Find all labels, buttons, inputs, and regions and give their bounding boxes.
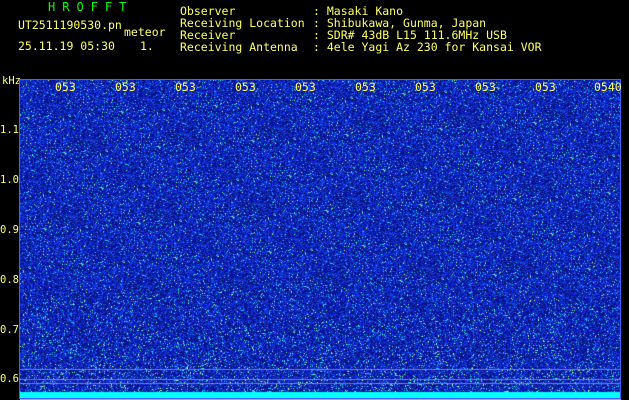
- freq-tick: 1.1: [0, 124, 19, 136]
- file-name: UT2511190530.pn: [18, 18, 122, 32]
- antenna-sep: :: [313, 40, 327, 54]
- time-axis: 053 053 053 053 053 053 053 053 053 0540: [0, 80, 629, 94]
- time-tick: 053: [355, 80, 376, 94]
- meteor-label: meteor: [124, 25, 166, 39]
- time-tick: 053: [55, 80, 76, 94]
- time-tick: 053: [175, 80, 196, 94]
- time-tick: 053: [415, 80, 436, 94]
- time-tick: 053: [535, 80, 556, 94]
- time-tick: 0540: [594, 80, 622, 94]
- antenna-key: Receiving Antenna: [180, 40, 298, 54]
- freq-tick: 0.9: [0, 224, 19, 236]
- meteor-count: 1.: [140, 39, 154, 53]
- freq-tick: 0.6: [0, 373, 19, 385]
- station-info: Observer: Masaki Kano Receiving Location…: [180, 5, 542, 53]
- spectrogram: [20, 80, 621, 400]
- time-tick: 053: [115, 80, 136, 94]
- app-title: HROFFT: [48, 0, 134, 14]
- time-tick: 053: [295, 80, 316, 94]
- time-tick: 053: [475, 80, 496, 94]
- freq-tick: 1.0: [0, 174, 19, 186]
- date-time: 25.11.19 05:30: [18, 39, 115, 53]
- antenna-row: Receiving Antenna: 4ele Yagi Az 230 for …: [180, 41, 542, 53]
- freq-tick: 0.7: [0, 324, 19, 336]
- time-tick: 053: [235, 80, 256, 94]
- freq-tick: 0.8: [0, 274, 19, 286]
- antenna-value: 4ele Yagi Az 230 for Kansai VOR: [326, 40, 542, 54]
